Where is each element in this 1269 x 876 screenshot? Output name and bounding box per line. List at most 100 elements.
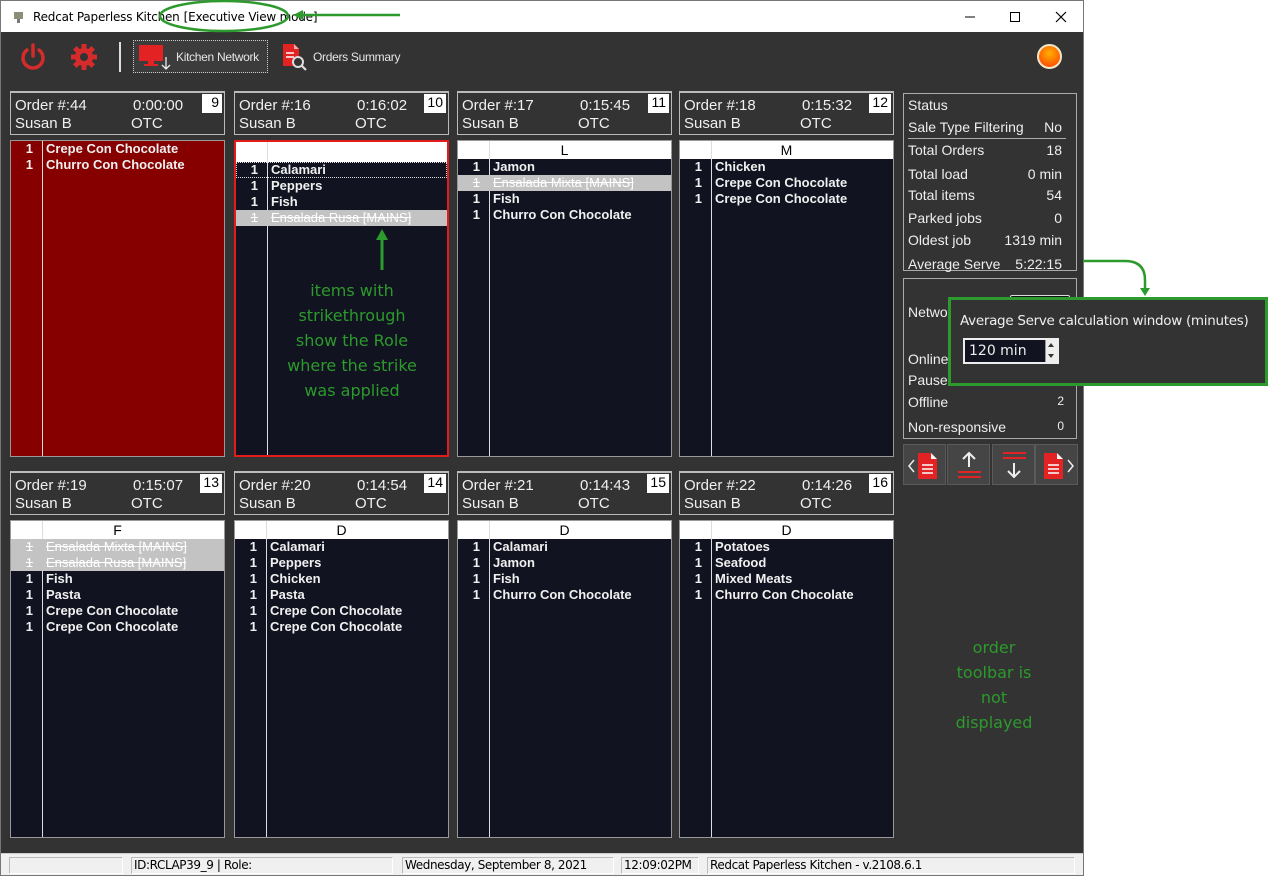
order-item-row[interactable]: 1 Calamari bbox=[236, 162, 447, 178]
order-items[interactable]: D 1 Calamari 1 Peppers 1 Chicken 1 Pasta 1 Crepe C… bbox=[234, 520, 449, 838]
order-header[interactable]: Order #:16 0:16:02 10 Susan B OTC bbox=[234, 91, 449, 135]
order-item-row[interactable]: 1 Pasta bbox=[11, 587, 224, 603]
order-header[interactable]: Order #:18 0:15:32 12 Susan B OTC bbox=[679, 91, 894, 135]
status-title: Status bbox=[908, 97, 948, 113]
power-button[interactable] bbox=[17, 41, 49, 73]
item-name: Calamari bbox=[270, 539, 325, 554]
order-item-row[interactable]: 1 Calamari bbox=[458, 539, 671, 555]
order-item-row[interactable]: 1 Fish bbox=[458, 191, 671, 207]
status-row: Oldest job 1319 min bbox=[908, 232, 1062, 248]
order-sale-type: OTC bbox=[578, 115, 610, 132]
order-item-row[interactable]: 1 Peppers bbox=[236, 178, 447, 194]
order-header[interactable]: Order #:19 0:15:07 13 Susan B OTC bbox=[10, 471, 225, 515]
order-item-row[interactable]: 1 Ensalada Mixta [MAINS] bbox=[11, 539, 224, 555]
order-timer: 0:14:26 bbox=[802, 477, 853, 494]
spin-down-icon[interactable] bbox=[1048, 354, 1054, 358]
order-items[interactable]: M 1 Chicken 1 Crepe Con Chocolate 1 Crepe Con … bbox=[679, 140, 894, 457]
status-time: 12:09:02PM bbox=[621, 857, 699, 874]
item-name: Peppers bbox=[270, 555, 322, 570]
order-header[interactable]: Order #:21 0:14:43 15 Susan B OTC bbox=[457, 471, 672, 515]
order-item-row[interactable]: 1 Crepe Con Chocolate bbox=[11, 141, 224, 157]
move-up-button[interactable] bbox=[947, 444, 990, 485]
order-item-row[interactable]: 1 Chicken bbox=[235, 571, 448, 587]
order-item-row[interactable]: 1 Crepe Con Chocolate bbox=[11, 603, 224, 619]
order-item-row[interactable]: 1 Churro Con Chocolate bbox=[458, 207, 671, 223]
kitchen-network-button[interactable]: Kitchen Network bbox=[133, 40, 268, 73]
order-items[interactable]: D 1 Potatoes 1 Seafood 1 Mixed Meats 1 Churro Co… bbox=[679, 520, 894, 838]
settings-button[interactable] bbox=[68, 41, 100, 73]
order-staff-name: Susan B bbox=[239, 495, 296, 512]
order-number: Order #:20 bbox=[239, 477, 311, 494]
orders-summary-button[interactable]: Orders Summary bbox=[279, 40, 409, 73]
order-sale-type: OTC bbox=[131, 495, 163, 512]
status-version: Redcat Paperless Kitchen - v.2108.6.1 bbox=[707, 857, 1075, 874]
next-order-button[interactable] bbox=[1035, 444, 1078, 485]
status-label: Total Orders bbox=[908, 142, 985, 158]
item-name: Crepe Con Chocolate bbox=[715, 191, 848, 206]
order-item-row[interactable]: 1 Churro Con Chocolate bbox=[458, 587, 671, 603]
order-item-row[interactable]: 1 Mixed Meats bbox=[680, 571, 893, 587]
app-window: Redcat Paperless Kitchen [Executive View… bbox=[0, 0, 1084, 876]
prev-order-button[interactable] bbox=[903, 444, 946, 485]
order-items[interactable]: 1 Crepe Con Chocolate 1 Churro Con Chocolat… bbox=[10, 140, 225, 457]
order-item-row[interactable]: 1 Pasta bbox=[235, 587, 448, 603]
order-item-row[interactable]: 1 Crepe Con Chocolate bbox=[680, 175, 893, 191]
order-item-row[interactable]: 1 Jamon bbox=[458, 159, 671, 175]
order-item-row[interactable]: 1 Fish bbox=[11, 571, 224, 587]
order-item-row[interactable]: 1 Chicken bbox=[680, 159, 893, 175]
spin-up-icon[interactable] bbox=[1048, 343, 1054, 347]
move-down-button[interactable] bbox=[992, 444, 1035, 485]
order-item-row[interactable]: 1 Ensalada Rusa [MAINS] bbox=[236, 210, 447, 226]
item-name: Jamon bbox=[493, 159, 535, 174]
monitor-download-icon bbox=[139, 44, 171, 70]
minimize-button[interactable] bbox=[947, 1, 993, 32]
order-item-row[interactable]: 1 Peppers bbox=[235, 555, 448, 571]
orders-search-icon bbox=[283, 43, 307, 71]
orders-summary-label: Orders Summary bbox=[313, 49, 401, 64]
item-quantity: 1 bbox=[694, 175, 702, 190]
order-item-row[interactable]: 1 Jamon bbox=[458, 555, 671, 571]
order-sale-type: OTC bbox=[578, 495, 610, 512]
order-header[interactable]: Order #:20 0:14:54 14 Susan B OTC bbox=[234, 471, 449, 515]
order-item-row[interactable]: 1 Crepe Con Chocolate bbox=[680, 191, 893, 207]
spinner-arrows[interactable] bbox=[1045, 340, 1057, 362]
order-item-row[interactable]: 1 Potatoes bbox=[680, 539, 893, 555]
order-items[interactable]: D 1 Calamari 1 Jamon 1 Fish 1 Churro Con Chocola… bbox=[457, 520, 672, 838]
order-item-row[interactable]: 1 Fish bbox=[236, 194, 447, 210]
close-button[interactable] bbox=[1038, 1, 1084, 32]
order-item-row[interactable]: 1 Calamari bbox=[235, 539, 448, 555]
order-item-row[interactable]: 1 Seafood bbox=[680, 555, 893, 571]
order-items[interactable]: F 1 Ensalada Mixta [MAINS] 1 Ensalada Rusa [… bbox=[10, 520, 225, 838]
item-name: Pasta bbox=[270, 587, 305, 602]
item-quantity: 1 bbox=[249, 603, 257, 618]
status-row: Sale Type Filtering No bbox=[908, 119, 1062, 135]
item-quantity: 1 bbox=[472, 587, 480, 602]
order-items[interactable]: L 1 Jamon 1 Ensalada Mixta [MAINS] 1 Fish 1 Chur… bbox=[457, 140, 672, 457]
average-serve-popup: Average Serve calculation window (minute… bbox=[948, 297, 1268, 386]
order-header[interactable]: Order #:22 0:14:26 16 Susan B OTC bbox=[679, 471, 894, 515]
status-row[interactable]: Average Serve 5:22:15 bbox=[908, 256, 1062, 272]
order-item-row[interactable]: 1 Crepe Con Chocolate bbox=[235, 603, 448, 619]
annotation-line: not bbox=[980, 688, 1008, 707]
item-quantity: 1 bbox=[25, 603, 33, 618]
status-cell-empty bbox=[9, 857, 123, 874]
order-number: Order #:17 bbox=[462, 97, 534, 114]
order-item-row[interactable]: 1 Crepe Con Chocolate bbox=[235, 619, 448, 635]
item-name: Peppers bbox=[271, 178, 323, 193]
item-quantity: 1 bbox=[694, 555, 702, 570]
order-header[interactable]: Order #:44 0:00:00 9 Susan B OTC bbox=[10, 91, 225, 135]
order-number: Order #:16 bbox=[239, 97, 311, 114]
item-name: Seafood bbox=[715, 555, 767, 570]
order-item-row[interactable]: 1 Ensalada Mixta [MAINS] bbox=[458, 175, 671, 191]
order-item-row[interactable]: 1 Ensalada Rusa [MAINS] bbox=[11, 555, 224, 571]
order-item-row[interactable]: 1 Crepe Con Chocolate bbox=[11, 619, 224, 635]
status-light-indicator[interactable] bbox=[1037, 44, 1062, 69]
order-item-row[interactable]: 1 Churro Con Chocolate bbox=[11, 157, 224, 173]
average-serve-window-spinner[interactable]: 120 min bbox=[963, 338, 1059, 364]
order-header[interactable]: Order #:17 0:15:45 11 Susan B OTC bbox=[457, 91, 672, 135]
maximize-button[interactable] bbox=[992, 1, 1038, 32]
order-item-row[interactable]: 1 Churro Con Chocolate bbox=[680, 587, 893, 603]
order-item-row[interactable]: 1 Fish bbox=[458, 571, 671, 587]
maximize-icon bbox=[1010, 11, 1020, 22]
item-quantity: 1 bbox=[472, 555, 480, 570]
